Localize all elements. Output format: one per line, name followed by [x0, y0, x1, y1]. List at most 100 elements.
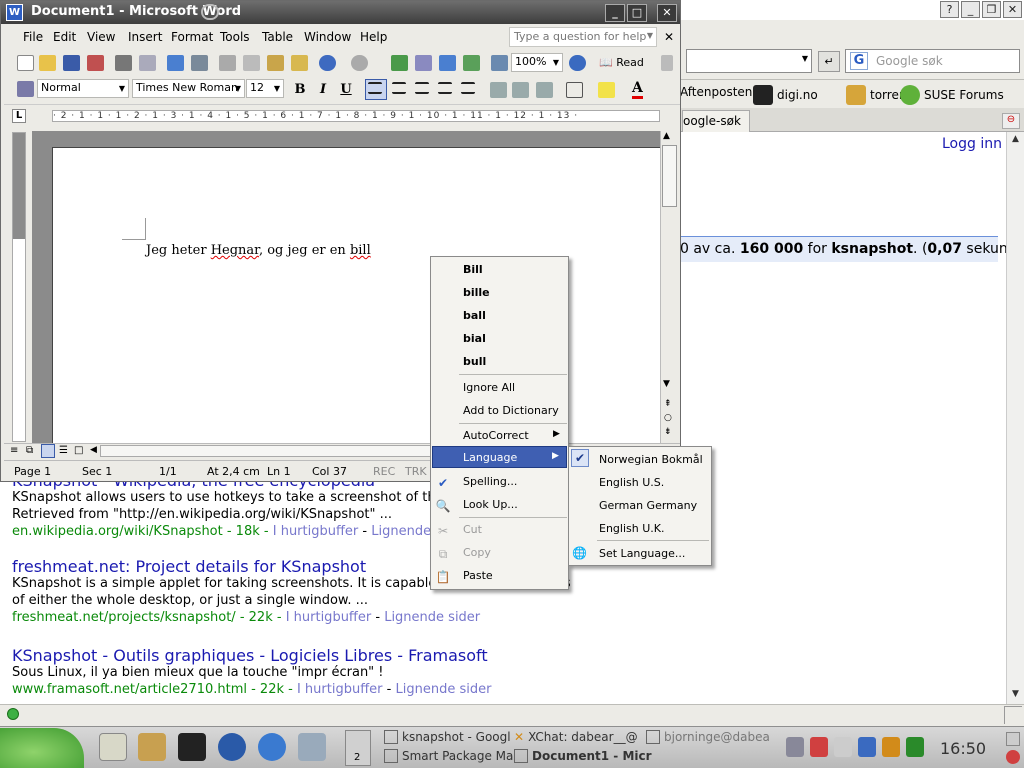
task-word-document[interactable]: Document1 - Micr: [514, 749, 652, 763]
start-menu-button[interactable]: [0, 728, 84, 768]
konqueror-icon[interactable]: [258, 733, 286, 761]
tables-borders-icon[interactable]: [415, 55, 432, 71]
menu-format[interactable]: Format: [171, 30, 213, 44]
paste-item[interactable]: Paste: [463, 569, 493, 582]
status-rec[interactable]: REC: [373, 465, 395, 478]
document-text[interactable]: Jeg heter Hegnar, og jeg er en bill: [146, 243, 371, 258]
previous-page-icon[interactable]: ⇞: [664, 399, 672, 409]
language-english-uk[interactable]: English U.K.: [599, 522, 664, 535]
web-view-icon[interactable]: ⧉: [26, 445, 33, 456]
menu-table[interactable]: Table: [262, 30, 293, 44]
borders-icon[interactable]: [566, 82, 583, 98]
ignore-all-item[interactable]: Ignore All: [463, 381, 515, 394]
scroll-down-icon[interactable]: ▼: [1009, 689, 1022, 702]
menu-view[interactable]: View: [87, 30, 115, 44]
scroll-up-icon[interactable]: ▲: [663, 131, 670, 141]
justify-icon[interactable]: [438, 82, 452, 94]
scroll-up-icon[interactable]: ▲: [1009, 134, 1022, 147]
chevron-down-icon[interactable]: ▼: [272, 81, 282, 96]
minimize-button[interactable]: _: [605, 4, 625, 22]
copy-item[interactable]: Copy: [463, 546, 491, 559]
numbering-icon[interactable]: [490, 82, 507, 98]
hyperlink-icon[interactable]: [391, 55, 408, 71]
close-button[interactable]: ✕: [657, 4, 677, 22]
suggestion-item[interactable]: Bill: [463, 263, 483, 276]
help-icon[interactable]: [569, 55, 586, 71]
go-button[interactable]: ↵: [818, 51, 840, 72]
close-tab-icon[interactable]: ⊖: [1002, 113, 1020, 129]
language-norwegian-bokmal[interactable]: Norwegian Bokmål: [599, 453, 703, 466]
insert-excel-icon[interactable]: [463, 55, 480, 71]
desktop-pager[interactable]: 2: [345, 730, 371, 766]
vertical-ruler[interactable]: [12, 132, 26, 442]
font-size-select[interactable]: 12 ▼: [246, 79, 284, 98]
read-button[interactable]: 📖 Read: [599, 56, 644, 69]
outline-view-icon[interactable]: ☰: [59, 445, 68, 456]
font-color-icon[interactable]: A: [632, 80, 643, 99]
cut-icon[interactable]: [219, 55, 236, 71]
cache-link[interactable]: I hurtigbuffer: [286, 610, 372, 625]
xchat-tray-icon[interactable]: [882, 737, 900, 757]
menu-tools[interactable]: Tools: [220, 30, 250, 44]
highlight-icon[interactable]: [598, 82, 615, 98]
bullets-icon[interactable]: [512, 82, 529, 98]
menu-insert[interactable]: Insert: [128, 30, 162, 44]
task-smart-package[interactable]: Smart Package Ma: [384, 749, 513, 763]
zoom-select[interactable]: 100% ▼: [511, 53, 563, 72]
suggestion-item[interactable]: bull: [463, 355, 486, 368]
task-xchat[interactable]: ✕ XChat: dabear__@: [514, 730, 638, 744]
print-preview-icon[interactable]: [139, 55, 156, 71]
chevron-down-icon[interactable]: ▼: [551, 55, 561, 70]
tray-icon[interactable]: [1006, 732, 1020, 746]
print-layout-view-icon[interactable]: [41, 444, 55, 458]
set-language-item[interactable]: Set Language...: [599, 547, 685, 560]
update-icon[interactable]: [810, 737, 828, 757]
help-button[interactable]: ?: [940, 1, 959, 18]
clipboard-icon[interactable]: [834, 737, 852, 757]
misspelled-word[interactable]: bill: [350, 243, 371, 258]
bookmark-suse-forums[interactable]: SUSE Forums: [900, 85, 1004, 105]
horizontal-scroll-thumb[interactable]: [100, 445, 440, 457]
clock[interactable]: 16:50: [940, 739, 986, 758]
package-tray-icon[interactable]: [906, 737, 924, 757]
menu-window[interactable]: Window: [304, 30, 351, 44]
underline-button[interactable]: U: [336, 80, 356, 100]
chevron-down-icon[interactable]: ▼: [647, 31, 653, 40]
close-doc-icon[interactable]: ✕: [664, 30, 674, 44]
close-button[interactable]: ✕: [1003, 1, 1022, 18]
menu-help[interactable]: Help: [360, 30, 387, 44]
drawing-icon[interactable]: [491, 55, 508, 71]
indent-icon[interactable]: [536, 82, 553, 98]
minimize-button[interactable]: _: [961, 1, 980, 18]
normal-view-icon[interactable]: ≡: [10, 445, 18, 456]
next-page-icon[interactable]: ⇟: [664, 427, 672, 437]
insert-table-icon[interactable]: [439, 55, 456, 71]
search-input[interactable]: G Google søk: [845, 49, 1020, 73]
menu-file[interactable]: File: [23, 30, 43, 44]
ruler-scale[interactable]: · 2 · 1 · 1 · 1 · 2 · 1 · 3 · 1 · 4 · 1 …: [52, 110, 660, 122]
bold-button[interactable]: B: [290, 80, 310, 100]
research-icon[interactable]: [191, 55, 208, 71]
misspelled-word[interactable]: Hegnar: [211, 243, 259, 258]
menu-edit[interactable]: Edit: [53, 30, 76, 44]
chevron-down-icon[interactable]: ▼: [802, 54, 808, 63]
language-item[interactable]: Language ▶: [432, 446, 567, 468]
suggestion-item[interactable]: bille: [463, 286, 490, 299]
italic-button[interactable]: I: [313, 80, 333, 100]
similar-link[interactable]: Lignende sider: [395, 682, 491, 697]
suggestion-item[interactable]: ball: [463, 309, 486, 322]
result-title[interactable]: KSnapshot - Outils graphiques - Logiciel…: [12, 647, 491, 664]
network-icon[interactable]: [858, 737, 876, 757]
print-icon[interactable]: [115, 55, 132, 71]
align-center-icon[interactable]: [392, 82, 406, 94]
undo-icon[interactable]: [319, 55, 336, 71]
paste-icon[interactable]: [267, 55, 284, 71]
scroll-down-icon[interactable]: ▼: [663, 379, 670, 389]
document-vertical-scrollbar[interactable]: ▲ ▼ ⇞ ○ ⇟: [660, 131, 678, 443]
autocorrect-item[interactable]: AutoCorrect: [463, 429, 529, 442]
scroll-left-icon[interactable]: ◀: [90, 445, 97, 455]
align-right-icon[interactable]: [415, 82, 429, 94]
cache-link[interactable]: I hurtigbuffer: [273, 524, 359, 539]
cut-item[interactable]: Cut: [463, 523, 482, 536]
distributed-icon[interactable]: [461, 82, 475, 94]
